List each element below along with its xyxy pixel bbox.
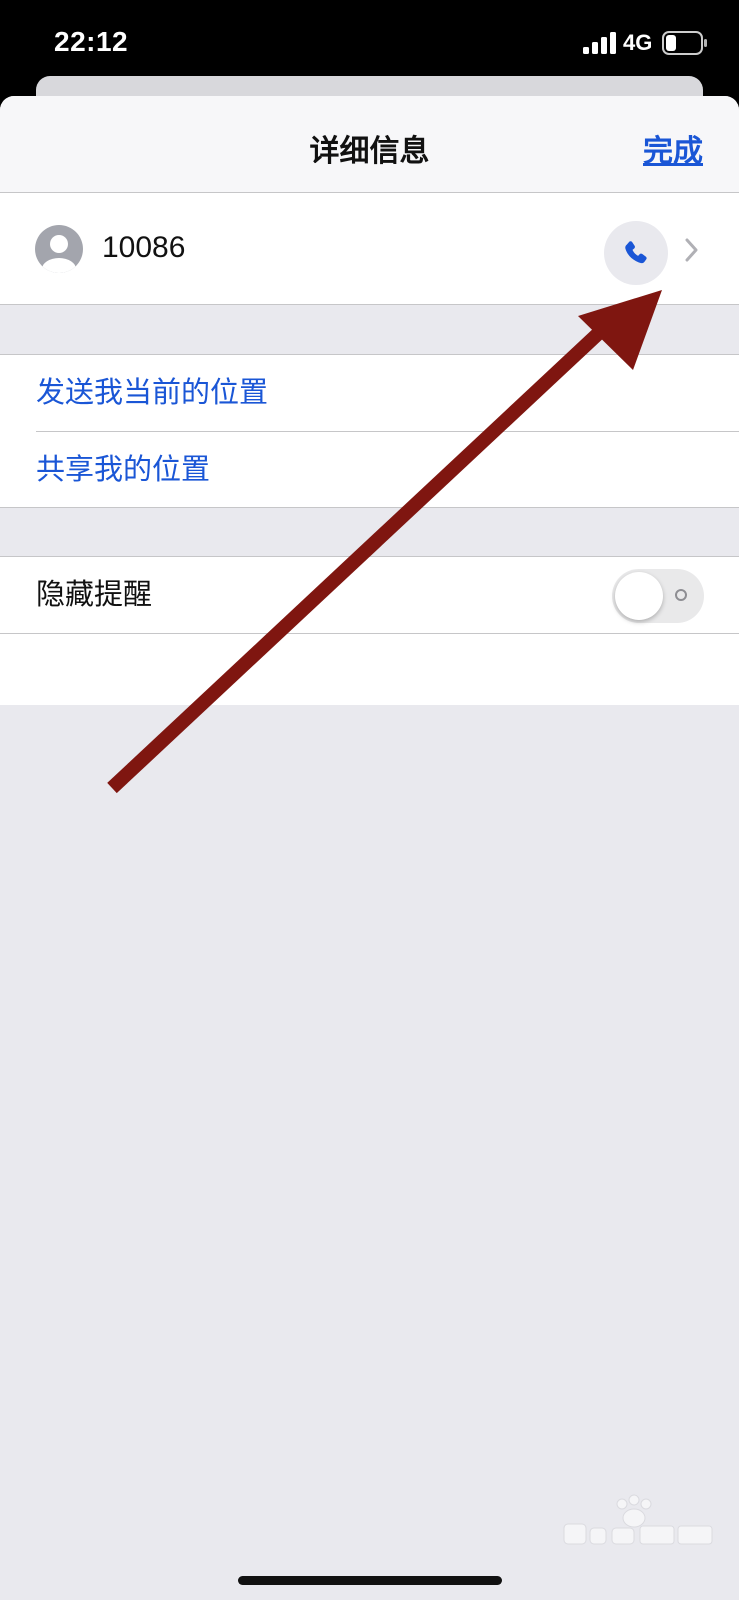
hide-alerts-row: 隐藏提醒 [0,557,739,634]
location-group: 发送我当前的位置 共享我的位置 [0,354,739,508]
watermark-logo [563,1494,713,1545]
home-indicator[interactable] [238,1576,502,1585]
phone-screen: 22:12 4G 详细信息 完成 10086 发送我当前的位置 共享我的位置 隐… [0,0,739,1600]
contact-row[interactable]: 10086 [0,193,739,305]
page-title: 详细信息 [309,135,430,168]
phone-icon [625,241,647,264]
toggle-off-indicator [675,589,687,601]
chevron-right-icon[interactable] [684,237,700,263]
status-time: 22:12 [54,26,129,57]
done-button[interactable]: 完成 [643,126,703,170]
navigation-bar: 详细信息 完成 [0,96,739,193]
call-button[interactable] [604,221,668,285]
share-my-location-button[interactable]: 共享我的位置 [36,432,739,508]
details-sheet: 详细信息 完成 10086 发送我当前的位置 共享我的位置 隐藏提醒 [0,96,739,1600]
contact-number: 10086 [102,231,186,264]
avatar-icon [35,225,83,273]
send-current-location-button[interactable]: 发送我当前的位置 [36,355,739,432]
alerts-group: 隐藏提醒 [0,556,739,705]
hide-alerts-label: 隐藏提醒 [36,579,153,611]
network-label: 4G [623,30,653,55]
battery-icon [662,31,707,55]
toggle-knob [615,572,663,620]
hide-alerts-toggle[interactable] [612,569,704,623]
signal-icon [583,32,616,54]
